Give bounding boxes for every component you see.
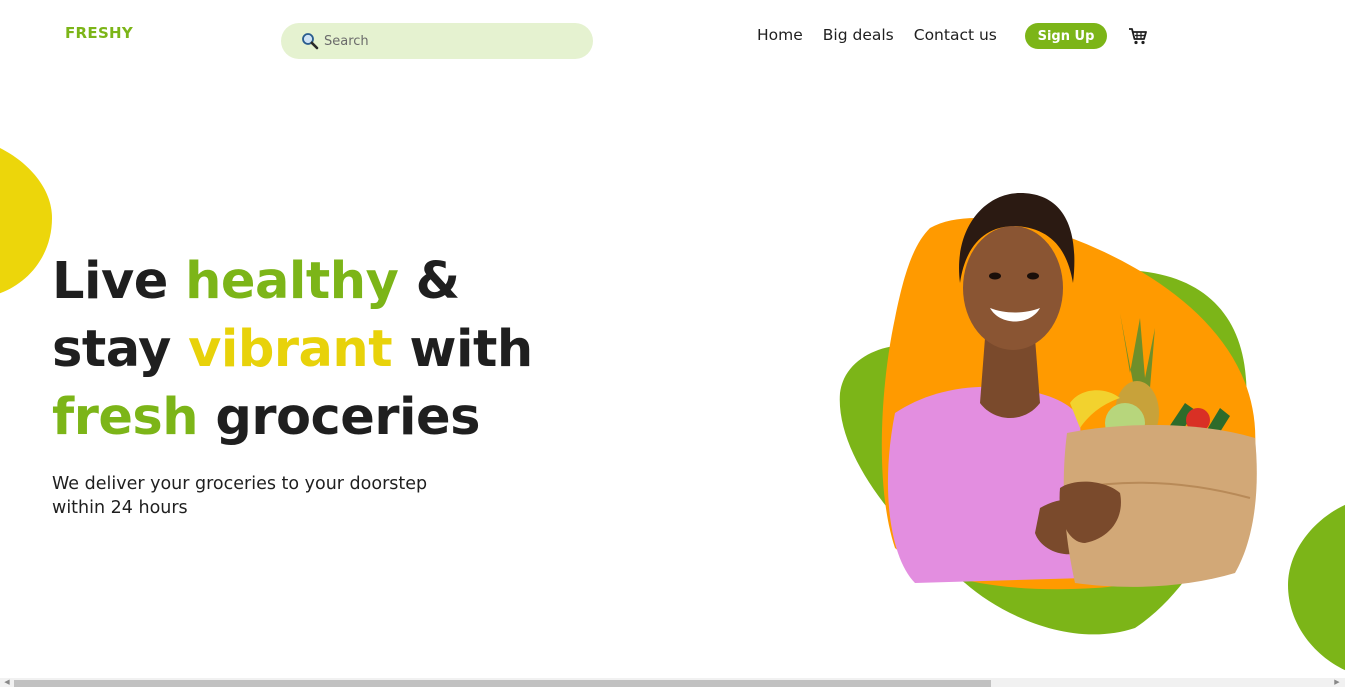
nav-home-link[interactable]: Home	[757, 26, 803, 44]
main-nav: Home Big deals Contact us	[757, 23, 1017, 47]
scrollbar-thumb[interactable]	[14, 680, 991, 687]
landing-page: FRESHY Home Big deals Contact us Sign Up	[0, 0, 1345, 687]
headline-word: stay	[52, 320, 171, 379]
search-icon	[301, 32, 319, 50]
hero-image	[839, 193, 1257, 635]
green-blob-decoration	[1288, 504, 1345, 671]
woman-neck	[980, 338, 1040, 418]
hero-subtext: We deliver your groceries to your doorst…	[52, 472, 472, 520]
woman-shirt	[887, 386, 1085, 583]
headline-word: groceries	[215, 388, 480, 447]
scroll-right-arrow-icon[interactable]: ▶	[1332, 678, 1342, 687]
cart-icon[interactable]	[1127, 25, 1149, 47]
woman-face	[963, 226, 1063, 350]
nav-big-deals-link[interactable]: Big deals	[823, 26, 894, 44]
yellow-blob-decoration	[0, 148, 52, 294]
search-input[interactable]	[324, 33, 574, 49]
headline-word: &	[415, 252, 460, 311]
scroll-left-arrow-icon[interactable]: ◀	[2, 678, 12, 687]
nav-contact-us-link[interactable]: Contact us	[914, 26, 997, 44]
subtext-line: We deliver your groceries to your doorst…	[52, 474, 428, 494]
sign-up-button[interactable]: Sign Up	[1025, 23, 1107, 49]
logo[interactable]: FRESHY	[65, 24, 133, 42]
headline-highlight-yellow: vibrant	[188, 320, 393, 379]
headline-word: with	[409, 320, 533, 379]
headline-highlight-green: fresh	[52, 388, 199, 447]
search-bar[interactable]	[281, 23, 593, 59]
subtext-line: within 24 hours	[52, 498, 188, 518]
headline-highlight-green: healthy	[185, 252, 399, 311]
headline-word: Live	[52, 252, 168, 311]
horizontal-scrollbar[interactable]: ◀ ▶	[0, 678, 1345, 687]
hero-headline: Live healthy & stay vibrant with fresh g…	[52, 248, 572, 452]
